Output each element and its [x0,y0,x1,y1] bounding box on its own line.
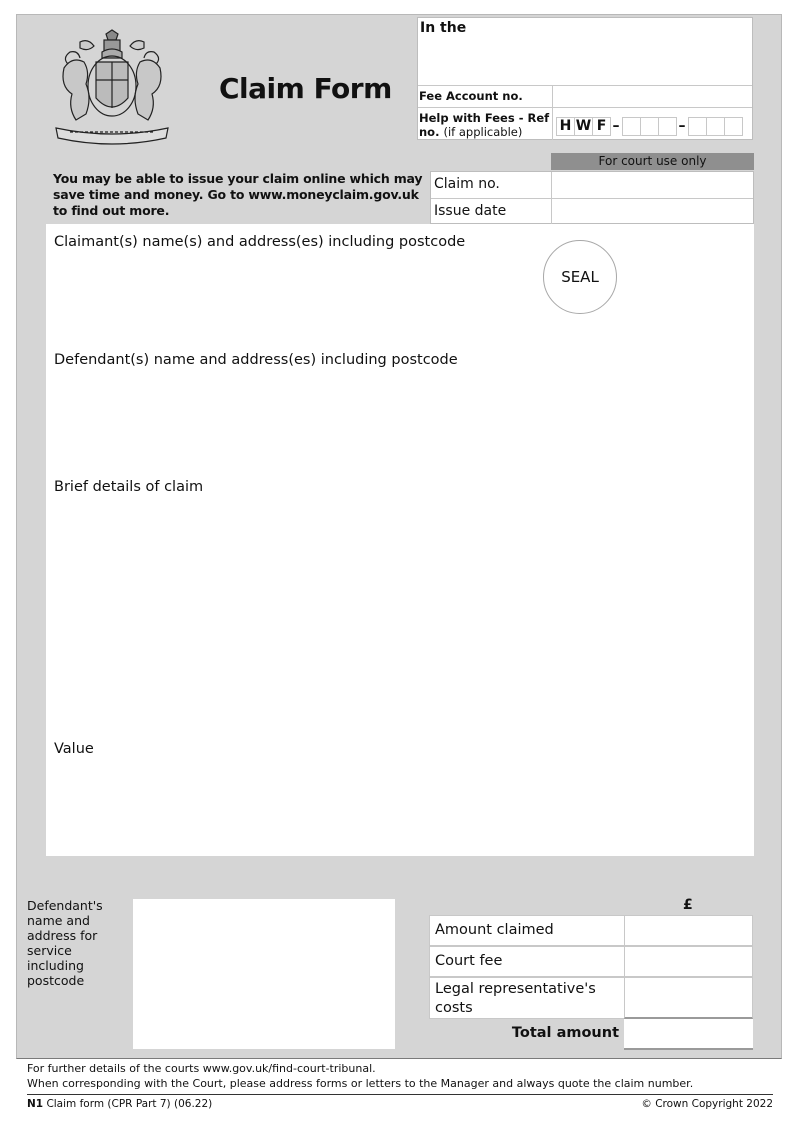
help-with-fees-ref-input: H W F – – [556,116,743,136]
defendant-field[interactable] [54,374,746,474]
amount-row: Court fee [429,946,753,977]
total-amount-field[interactable] [624,1019,753,1050]
currency-symbol: £ [683,897,693,913]
claimant-field[interactable] [54,256,534,346]
claim-number-field[interactable] [552,172,753,198]
form-code: N1 Claim form (CPR Part 7) (06.22) [27,1098,212,1110]
form-code-desc: Claim form (CPR Part 7) (06.22) [46,1098,213,1110]
court-fee-field[interactable] [624,946,753,977]
hwf-dash: – [678,118,686,134]
form-code-id: N1 [27,1098,44,1110]
online-claim-note: You may be able to issue your claim onli… [53,171,423,218]
brief-details-field[interactable] [54,502,746,732]
royal-coat-of-arms-icon [50,28,174,150]
fee-account-input[interactable] [553,86,752,107]
legal-costs-label: Legal representative's costs [429,977,625,1019]
service-address-field[interactable] [133,899,395,1049]
legal-costs-field[interactable] [624,977,753,1019]
claim-details-panel: Claimant(s) name(s) and address(es) incl… [46,224,754,856]
claim-number-label: Claim no. [434,176,500,192]
footer-divider [27,1094,773,1095]
hwf-ref-cell[interactable] [706,116,725,136]
hwf-prefix-cell: W [574,116,593,136]
court-use-table: Claim no. Issue date [430,171,754,224]
copyright: © Crown Copyright 2022 [641,1098,773,1110]
fee-account-row: Fee Account no. [418,85,752,107]
court-header-box: In the Fee Account no. Help with Fees - … [417,17,753,140]
help-with-fees-divider [552,108,553,140]
amount-claimed-field[interactable] [624,915,753,946]
court-fee-label: Court fee [429,946,625,977]
amount-row: Legal representative's costs [429,977,753,1019]
fee-account-label: Fee Account no. [419,89,523,103]
issue-date-row: Issue date [431,198,753,224]
footer-correspondence-note: When corresponding with the Court, pleas… [27,1077,694,1090]
form-title: Claim Form [219,72,392,105]
amount-row: Total amount [429,1019,753,1050]
help-with-fees-label-note: (if applicable) [443,125,523,139]
hwf-prefix-cell: H [556,116,575,136]
service-address-label: Defendant's name and address for service… [27,898,103,988]
hwf-ref-cell[interactable] [658,116,677,136]
hwf-ref-cell[interactable] [622,116,641,136]
hwf-ref-cell[interactable] [724,116,743,136]
brief-details-label: Brief details of claim [54,479,204,495]
help-with-fees-row: Help with Fees - Ref no. (if applicable)… [418,107,752,140]
hwf-dash: – [612,118,620,134]
defendant-label: Defendant(s) name and address(es) includ… [54,352,458,368]
help-with-fees-label: Help with Fees - Ref no. (if applicable) [419,111,551,139]
value-label: Value [54,741,94,757]
claimant-label: Claimant(s) name(s) and address(es) incl… [54,234,466,250]
claim-number-row: Claim no. [431,172,753,198]
footer-courts-info: For further details of the courts www.go… [27,1062,376,1075]
issue-date-field[interactable] [552,199,753,224]
total-amount-label: Total amount [511,1025,619,1041]
issue-date-label: Issue date [434,203,507,219]
hwf-prefix-cell: F [592,116,611,136]
amount-row: Amount claimed [429,915,753,946]
hwf-ref-cell[interactable] [640,116,659,136]
hwf-ref-cell[interactable] [688,116,707,136]
in-the-label: In the [420,20,467,36]
amount-claimed-label: Amount claimed [429,915,625,946]
court-use-only-banner: For court use only [551,153,754,170]
seal-circle: SEAL [543,240,617,314]
in-the-input[interactable] [418,38,752,84]
value-field[interactable] [54,764,746,849]
